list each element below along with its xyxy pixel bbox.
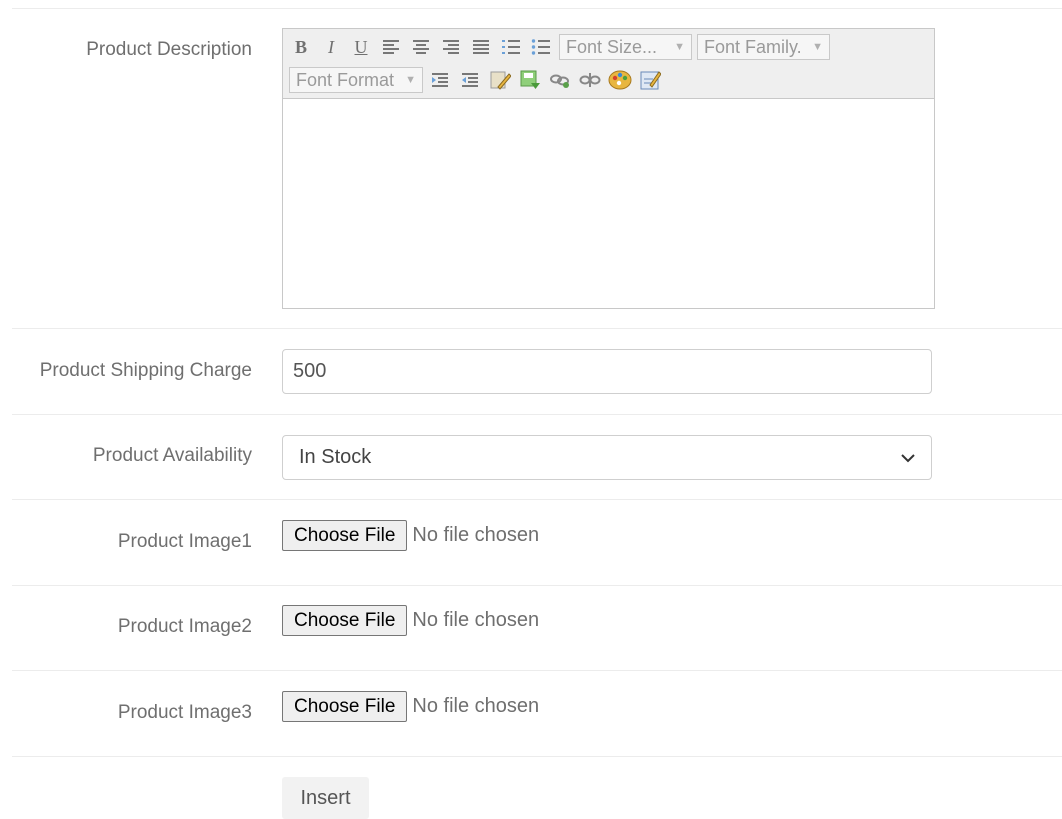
font-format-select[interactable]: Font Format ▼ <box>289 67 423 93</box>
row-divider <box>12 585 1062 586</box>
chevron-down-icon: ▼ <box>405 74 416 86</box>
image3-file-input: Choose File No file chosen <box>282 691 539 722</box>
image1-label: Product Image1 <box>117 531 252 552</box>
align-right-icon[interactable] <box>439 35 463 59</box>
align-left-icon[interactable] <box>379 35 403 59</box>
font-family-label: Font Family. <box>704 36 802 57</box>
availability-selected-value: In Stock <box>299 446 372 468</box>
indent-icon[interactable] <box>458 68 482 92</box>
image3-label: Product Image3 <box>117 702 252 723</box>
chevron-down-icon: ▼ <box>812 41 823 53</box>
row-divider <box>12 670 1062 671</box>
row-divider <box>12 328 1062 329</box>
image2-file-status: No file chosen <box>412 609 540 631</box>
image2-choose-file-button[interactable]: Choose File <box>282 605 408 636</box>
underline-icon[interactable]: U <box>349 35 373 59</box>
rich-text-editor: B I U Font Size... ▼ Font Family. ▼ Font… <box>282 28 935 309</box>
row-divider <box>12 499 1062 500</box>
row-divider <box>12 414 1062 415</box>
product-form: Product Description B I U Font Size... ▼… <box>0 0 1062 819</box>
image3-file-status: No file chosen <box>412 695 540 717</box>
availability-select[interactable]: In Stock <box>282 435 932 480</box>
row-divider <box>12 756 1062 757</box>
image2-file-input: Choose File No file chosen <box>282 605 539 636</box>
image2-label: Product Image2 <box>117 616 252 637</box>
bold-icon[interactable]: B <box>289 35 313 59</box>
ordered-list-icon[interactable] <box>499 35 523 59</box>
editor-toolbar: B I U Font Size... ▼ Font Family. ▼ Font… <box>283 29 934 99</box>
font-size-select[interactable]: Font Size... ▼ <box>559 34 692 60</box>
font-family-select[interactable]: Font Family. ▼ <box>697 34 830 60</box>
unordered-list-icon[interactable] <box>529 35 553 59</box>
shipping-charge-label: Product Shipping Charge <box>39 360 252 381</box>
image1-choose-file-button[interactable]: Choose File <box>282 520 408 551</box>
image3-choose-file-button[interactable]: Choose File <box>282 691 408 722</box>
editor-content-area[interactable] <box>283 100 934 308</box>
italic-icon[interactable]: I <box>319 35 343 59</box>
link-icon[interactable] <box>548 68 572 92</box>
save-icon[interactable] <box>518 68 542 92</box>
row-divider <box>12 8 1062 9</box>
insert-image-icon[interactable] <box>488 68 512 92</box>
align-center-icon[interactable] <box>409 35 433 59</box>
color-icon[interactable] <box>608 68 632 92</box>
description-label: Product Description <box>86 39 252 60</box>
insert-button[interactable]: Insert <box>282 777 369 819</box>
availability-label: Product Availability <box>92 445 252 466</box>
image1-file-input: Choose File No file chosen <box>282 520 539 551</box>
unlink-icon[interactable] <box>578 68 602 92</box>
outdent-icon[interactable] <box>428 68 452 92</box>
edit-html-icon[interactable] <box>638 68 662 92</box>
chevron-down-icon <box>901 446 915 469</box>
font-size-label: Font Size... <box>566 36 658 57</box>
image1-file-status: No file chosen <box>412 524 540 546</box>
align-justify-icon[interactable] <box>469 35 493 59</box>
font-format-label: Font Format <box>296 69 395 90</box>
shipping-charge-input[interactable]: 500 <box>282 349 932 394</box>
chevron-down-icon: ▼ <box>674 41 685 53</box>
